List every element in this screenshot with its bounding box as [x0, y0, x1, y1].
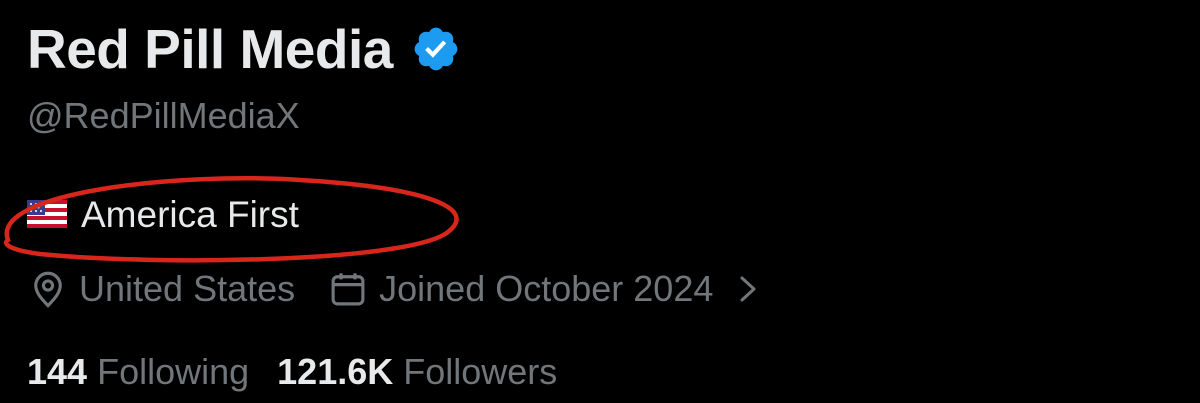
name-row: Red Pill Media	[27, 14, 461, 84]
bio-text: America First	[81, 193, 299, 235]
location-text: United States	[79, 268, 296, 309]
location-item: United States	[27, 268, 295, 310]
following-link[interactable]: 144 Following	[27, 351, 249, 393]
profile-header: Red Pill Media @RedPillMediaX America Fi…	[4, 0, 1187, 403]
chevron-right-icon[interactable]	[735, 271, 761, 307]
following-label: Following	[97, 351, 250, 392]
joined-text: Joined October 2024	[379, 268, 714, 309]
verified-badge-icon[interactable]	[411, 24, 461, 74]
display-name: Red Pill Media	[27, 17, 393, 80]
location-pin-icon	[27, 268, 69, 310]
profile-bio: America First	[27, 192, 299, 236]
profile-handle: @RedPillMediaX	[27, 95, 300, 136]
followers-label: Followers	[403, 351, 558, 392]
following-count: 144	[27, 351, 88, 392]
calendar-icon	[327, 268, 369, 310]
followers-count: 121.6K	[277, 351, 394, 392]
followers-link[interactable]: 121.6K Followers	[277, 351, 557, 393]
joined-item[interactable]: Joined October 2024	[327, 268, 761, 310]
profile-meta: United States Joined October 2024	[27, 266, 761, 312]
us-flag-icon	[27, 200, 67, 228]
follow-stats: 144 Following 121.6K Followers	[27, 350, 557, 394]
